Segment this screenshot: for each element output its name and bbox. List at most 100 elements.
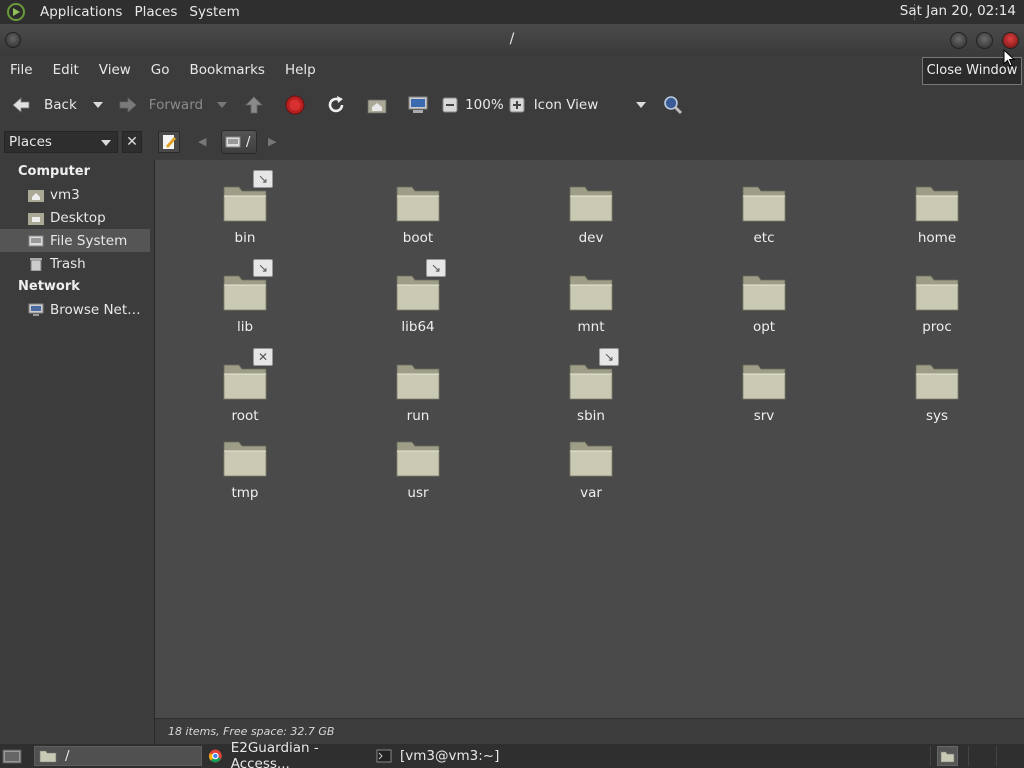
folder-icon <box>223 441 267 477</box>
folder-label: sys <box>925 408 949 424</box>
maximize-button[interactable] <box>976 32 993 49</box>
reload-button[interactable] <box>325 90 347 120</box>
folder-item[interactable]: ↘ lib <box>195 249 295 335</box>
chrome-icon <box>208 749 222 763</box>
edit-location-button[interactable] <box>158 131 180 153</box>
crumb-scroll-left[interactable]: ◀ <box>198 135 206 148</box>
chevron-down-icon <box>217 102 228 108</box>
view-mode-label: Icon View <box>533 97 599 113</box>
home-folder-icon <box>28 189 44 202</box>
home-folder-icon <box>367 99 387 114</box>
folder-item[interactable]: var <box>541 415 641 501</box>
folder-icon <box>223 275 267 311</box>
search-button[interactable] <box>662 90 684 120</box>
folder-item[interactable]: srv <box>714 338 814 424</box>
folder-item[interactable]: ✕ root <box>195 338 295 424</box>
sidebar-item-file-system[interactable]: File System <box>0 229 150 252</box>
no-access-emblem-icon: ✕ <box>253 348 273 366</box>
crumb-scroll-right[interactable]: ▶ <box>268 135 276 148</box>
clock[interactable]: Sat Jan 20, 02:14 <box>900 3 1016 19</box>
folder-item[interactable]: tmp <box>195 415 295 501</box>
folder-item[interactable]: usr <box>368 415 468 501</box>
folder-label: etc <box>753 230 775 246</box>
menu-go[interactable]: Go <box>145 62 176 78</box>
folder-icon <box>915 186 959 222</box>
folder-item[interactable]: mnt <box>541 249 641 335</box>
sidebar-item-label: Desktop <box>50 209 106 226</box>
folder-label: bin <box>234 230 256 246</box>
crumb-root-button[interactable]: / <box>221 130 257 154</box>
task-browser[interactable]: E2Guardian - Access... <box>206 740 370 768</box>
folder-item[interactable]: opt <box>714 249 814 335</box>
search-icon <box>663 96 682 115</box>
back-button[interactable]: Back <box>10 90 77 120</box>
mouse-cursor-icon <box>1003 49 1016 67</box>
folder-item[interactable]: run <box>368 338 468 424</box>
folder-icon <box>569 275 613 311</box>
close-sidebar-button[interactable]: ✕ <box>122 131 142 153</box>
close-button[interactable] <box>1002 32 1019 49</box>
folder-icon <box>396 364 440 400</box>
drive-icon <box>28 235 44 246</box>
folder-label: boot <box>402 230 434 246</box>
toolbar: Back Forward 100% Icon View <box>0 84 1024 126</box>
up-button[interactable] <box>243 90 265 120</box>
folder-item[interactable]: ↘ bin <box>195 160 295 246</box>
folder-item[interactable]: boot <box>368 160 468 246</box>
sidebar-item-label: Trash <box>50 255 86 272</box>
terminal-icon <box>376 749 392 763</box>
zoom-in-button[interactable] <box>506 90 528 120</box>
sidebar-item-vm3[interactable]: vm3 <box>0 183 150 206</box>
stop-icon <box>285 95 305 115</box>
menu-bookmarks[interactable]: Bookmarks <box>184 62 271 78</box>
reload-icon <box>328 96 344 113</box>
folder-item[interactable]: ↘ lib64 <box>368 249 468 335</box>
zoom-level[interactable]: 100% <box>465 90 504 120</box>
window-titlebar[interactable]: / <box>0 24 1024 56</box>
zoom-in-icon <box>509 97 525 113</box>
system-menu[interactable]: System <box>183 4 245 20</box>
stop-button[interactable] <box>284 90 306 120</box>
folder-label: srv <box>753 408 775 424</box>
show-desktop-button[interactable] <box>2 746 24 766</box>
chevron-down-icon <box>92 102 103 108</box>
folder-item[interactable]: etc <box>714 160 814 246</box>
folder-label: var <box>580 485 602 501</box>
sidebar-item-browse-network[interactable]: Browse Net… <box>0 298 150 321</box>
folder-item[interactable]: proc <box>887 249 987 335</box>
forward-button[interactable]: Forward <box>117 90 203 120</box>
folder-item[interactable]: ↘ sbin <box>541 338 641 424</box>
menu-edit[interactable]: Edit <box>47 62 85 78</box>
forward-arrow-icon <box>119 97 137 113</box>
sidebar-mode-combo[interactable]: Places <box>4 131 118 153</box>
minimize-button[interactable] <box>950 32 967 49</box>
folder-item[interactable]: sys <box>887 338 987 424</box>
menu-view[interactable]: View <box>93 62 137 78</box>
sidebar-item-desktop[interactable]: Desktop <box>0 206 150 229</box>
folder-item[interactable]: dev <box>541 160 641 246</box>
applications-menu[interactable]: Applications <box>34 4 128 20</box>
menu-file[interactable]: File <box>4 62 39 78</box>
sidebar-heading-computer: Computer <box>18 164 91 179</box>
task-file-manager[interactable]: / <box>34 746 202 766</box>
icon-view[interactable]: ↘ bin boot dev etc home ↘ lib ↘ lib64 mnt opt proc ✕ r… <box>155 160 1024 718</box>
menu-help[interactable]: Help <box>279 62 322 78</box>
forward-history-dropdown[interactable] <box>217 90 228 120</box>
folder-icon <box>396 275 440 311</box>
task-terminal[interactable]: [vm3@vm3:~] <box>374 746 534 766</box>
sidebar-item-trash[interactable]: Trash <box>0 252 150 275</box>
mate-logo-icon[interactable] <box>6 2 26 22</box>
places-menu[interactable]: Places <box>128 4 183 20</box>
folder-icon <box>915 275 959 311</box>
view-mode-combo[interactable]: Icon View <box>534 90 650 120</box>
back-history-dropdown[interactable] <box>92 90 103 120</box>
home-button[interactable] <box>366 90 388 120</box>
sidebar-item-label: File System <box>50 232 128 249</box>
computer-button[interactable] <box>407 90 429 120</box>
zoom-out-button[interactable] <box>439 90 461 120</box>
folder-icon <box>396 441 440 477</box>
folder-label: tmp <box>231 485 259 501</box>
workspace-1[interactable] <box>937 746 958 766</box>
symlink-emblem-icon: ↘ <box>599 348 619 366</box>
folder-item[interactable]: home <box>887 160 987 246</box>
